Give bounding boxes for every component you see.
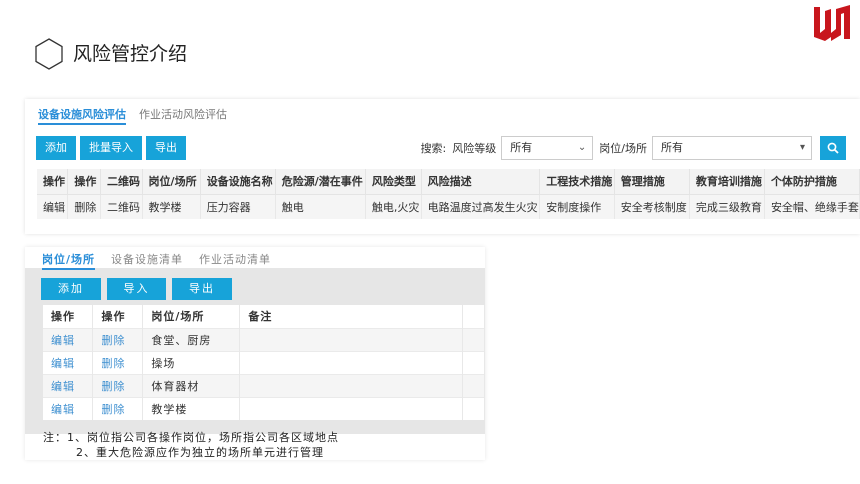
table-row: 编辑 删除 食堂、厨房	[43, 327, 486, 351]
risk-level-label: 风险等级	[452, 142, 497, 155]
edit-link[interactable]: 编辑	[43, 327, 94, 351]
delete-link[interactable]: 删除	[92, 350, 144, 374]
table-cell	[462, 350, 486, 374]
table-header: 操作 操作 岗位/场所 备注	[43, 305, 486, 328]
table-cell: 触电,火灾	[365, 193, 422, 219]
table-cell: 操场	[142, 350, 241, 374]
table-cell: 电路温度过高发生火灾	[421, 193, 541, 219]
column-header: 管理措施	[614, 169, 690, 194]
equipment-risk-panel: 设备设施风险评估 作业活动风险评估 添加 批量导入 导出 搜索: 风险等级 所有…	[25, 99, 860, 234]
table-cell	[239, 396, 463, 420]
add-button[interactable]: 添加	[41, 278, 101, 300]
column-header: 风险类型	[365, 169, 422, 194]
delete-link[interactable]: 删除	[67, 193, 101, 219]
column-header: 教育培训措施	[689, 169, 765, 194]
search-icon	[827, 142, 839, 154]
equipment-risk-table: 操作 操作 二维码 岗位/场所 设备设施名称 危险源/潜在事件 风险类型 风险描…	[37, 169, 860, 219]
tab-activity-list[interactable]: 作业活动清单	[199, 252, 271, 270]
table-cell: 教学楼	[142, 396, 241, 420]
table-cell: 安全帽、绝缘手套	[764, 193, 860, 219]
tab-equipment-risk[interactable]: 设备设施风险评估	[38, 107, 126, 125]
tab-activity-risk[interactable]: 作业活动风险评估	[139, 107, 227, 125]
column-header: 操作	[92, 305, 144, 328]
post-label: 岗位/场所	[599, 142, 647, 155]
table-row: 编辑 删除 操场	[43, 350, 486, 374]
notes: 注：1、岗位指公司各操作岗位，场所指公司各区域地点 2、重大危险源应作为独立的场…	[43, 430, 339, 460]
table-row: 编辑 删除 体育器材	[43, 373, 486, 397]
top-toolbar: 添加 批量导入 导出	[36, 136, 190, 160]
table-header: 操作 操作 二维码 岗位/场所 设备设施名称 危险源/潜在事件 风险类型 风险描…	[37, 169, 860, 194]
table-cell: 体育器材	[142, 373, 241, 397]
table-cell	[462, 373, 486, 397]
column-header: 风险描述	[421, 169, 541, 194]
post-place-table: 操作 操作 岗位/场所 备注 编辑 删除 食堂、厨房 编辑 删除 操场 编辑 删…	[43, 305, 486, 420]
post-select[interactable]: 所有 ▾	[652, 136, 812, 160]
table-cell: 安全考核制度	[614, 193, 690, 219]
caret-down-icon: ▾	[799, 142, 805, 153]
column-header: 岗位/场所	[142, 169, 201, 194]
export-button[interactable]: 导出	[172, 278, 232, 300]
logo-icon	[814, 5, 850, 41]
post-value: 所有	[661, 141, 683, 154]
column-header: 设备设施名称	[200, 169, 276, 194]
column-header: 危险源/潜在事件	[275, 169, 366, 194]
column-header: 工程技术措施	[539, 169, 615, 194]
edit-link[interactable]: 编辑	[43, 350, 94, 374]
delete-link[interactable]: 删除	[92, 373, 144, 397]
table-cell	[462, 327, 486, 351]
column-header: 备注	[239, 305, 463, 328]
table-cell	[462, 396, 486, 420]
search-button[interactable]	[820, 136, 846, 160]
table-cell: 压力容器	[200, 193, 276, 219]
post-place-panel: 岗位/场所 设备设施清单 作业活动清单 添加 导入 导出 操作 操作 岗位/场所…	[25, 247, 486, 460]
risk-level-value: 所有	[510, 141, 533, 154]
column-spacer	[462, 305, 486, 328]
column-header: 岗位/场所	[142, 305, 241, 328]
edit-link[interactable]: 编辑	[43, 396, 94, 420]
table-cell: 安制度操作	[539, 193, 615, 219]
table-cell: 触电	[275, 193, 366, 219]
edit-link[interactable]: 编辑	[37, 193, 69, 219]
delete-link[interactable]: 删除	[92, 327, 144, 351]
search-area: 搜索: 风险等级 所有 ⌄ 岗位/场所 所有 ▾	[421, 136, 846, 160]
qrcode-link[interactable]: 二维码	[100, 193, 143, 219]
bottom-tabs: 岗位/场所 设备设施清单 作业活动清单	[42, 252, 287, 270]
export-button[interactable]: 导出	[146, 136, 186, 160]
table-cell: 教学楼	[142, 193, 201, 219]
table-cell: 食堂、厨房	[142, 327, 241, 351]
edit-link[interactable]: 编辑	[43, 373, 94, 397]
note-line-1: 注：1、岗位指公司各操作岗位，场所指公司各区域地点	[43, 431, 339, 444]
import-button[interactable]: 导入	[107, 278, 166, 300]
add-button[interactable]: 添加	[36, 136, 76, 160]
delete-link[interactable]: 删除	[92, 396, 144, 420]
top-tabs: 设备设施风险评估 作业活动风险评估	[38, 107, 240, 125]
bottom-toolbar: 添加 导入 导出	[41, 278, 238, 300]
table-cell	[239, 327, 463, 351]
slide-title: 风险管控介绍	[73, 43, 188, 65]
table-cell: 完成三级教育	[689, 193, 765, 219]
risk-level-select[interactable]: 所有 ⌄	[501, 136, 594, 160]
tab-post-place[interactable]: 岗位/场所	[42, 252, 96, 270]
column-header: 操作	[67, 169, 101, 194]
table-row: 编辑 删除 二维码 教学楼 压力容器 触电 触电,火灾 电路温度过高发生火灾 安…	[37, 193, 860, 219]
hexagon-icon	[35, 38, 63, 70]
column-header: 操作	[37, 169, 69, 194]
column-header: 个体防护措施	[764, 169, 860, 194]
table-cell	[239, 350, 463, 374]
chevron-down-icon: ⌄	[577, 142, 587, 153]
search-label: 搜索:	[420, 142, 447, 155]
tab-equipment-list[interactable]: 设备设施清单	[111, 252, 183, 270]
table-cell	[239, 373, 463, 397]
table-row: 编辑 删除 教学楼	[43, 396, 486, 420]
column-header: 操作	[43, 305, 94, 328]
column-header: 二维码	[100, 169, 143, 194]
batch-import-button[interactable]: 批量导入	[80, 136, 142, 160]
note-line-2: 2、重大危险源应作为独立的场所单元进行管理	[76, 446, 324, 459]
